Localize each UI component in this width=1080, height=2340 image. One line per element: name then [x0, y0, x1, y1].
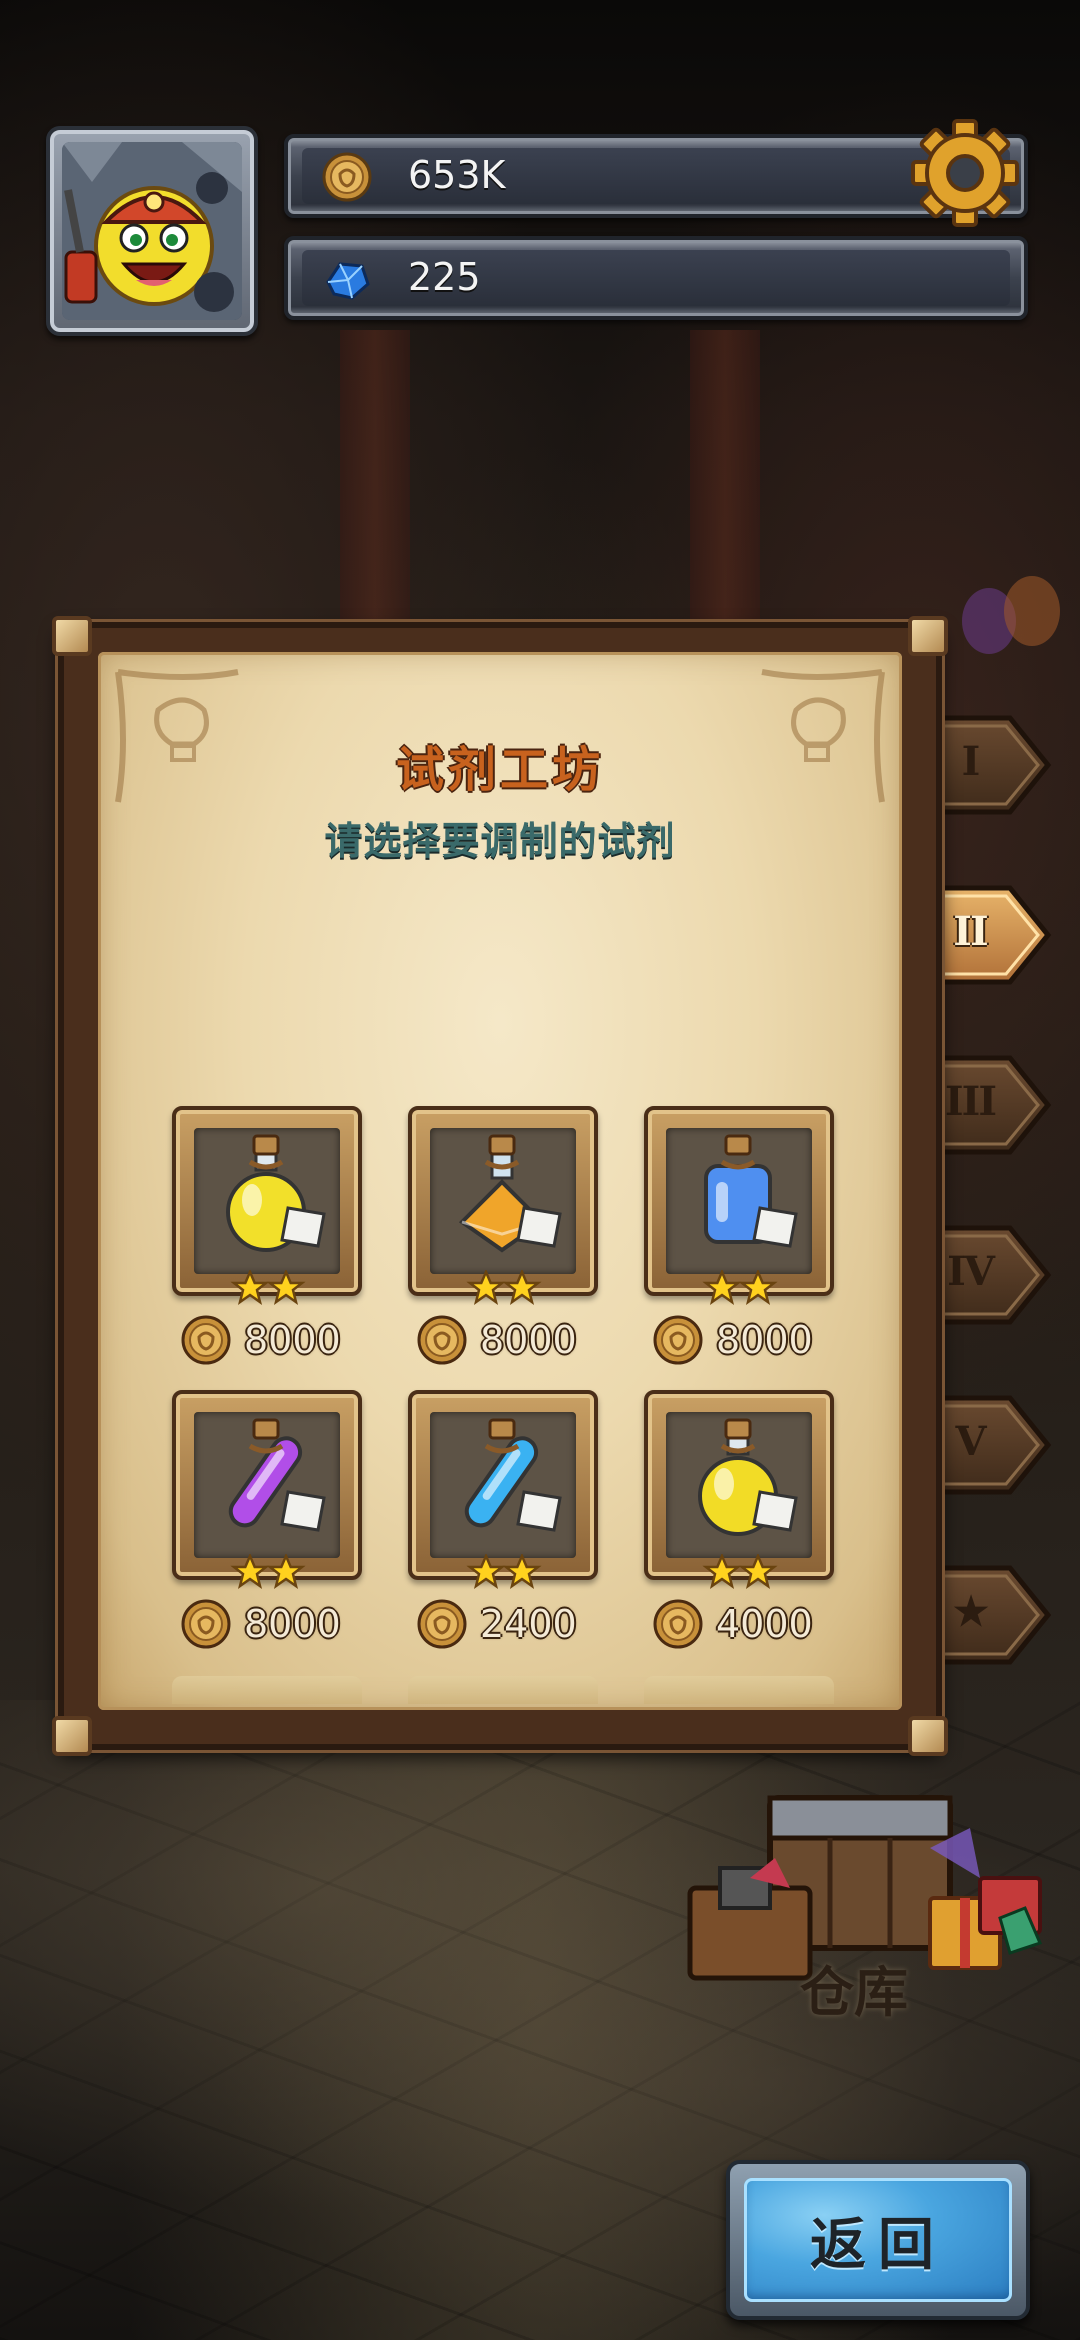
potion-price: 4000	[652, 1594, 832, 1654]
background-curtain	[340, 330, 410, 620]
potion-card-partial	[172, 1676, 362, 1704]
potion-price: 8000	[416, 1310, 596, 1370]
potion-card-frame	[172, 1390, 362, 1580]
warehouse-label[interactable]: 仓库	[800, 1948, 908, 2027]
coin-icon	[181, 1599, 231, 1649]
coin-icon	[653, 1315, 703, 1365]
gem-balance-bar: 225	[284, 236, 1028, 320]
panel-corner	[52, 616, 92, 656]
potion-card-frame	[172, 1106, 362, 1296]
coin-icon	[417, 1315, 467, 1365]
coin-icon	[653, 1599, 703, 1649]
potion-card[interactable]: 8000	[172, 1390, 362, 1649]
potion-price-value: 2400	[480, 1602, 577, 1646]
miner-smiley-avatar-icon	[62, 142, 242, 320]
potion-price: 2400	[416, 1594, 596, 1654]
panel-corner	[52, 1716, 92, 1756]
potion-card-frame	[644, 1390, 834, 1580]
back-button-label: 返回	[810, 2212, 946, 2278]
background-curtain	[690, 330, 760, 620]
potion-card-partial	[644, 1676, 834, 1704]
player-avatar[interactable]	[46, 126, 258, 336]
potion-price: 8000	[652, 1310, 832, 1370]
coin-icon	[417, 1599, 467, 1649]
potion-price-value: 8000	[244, 1318, 341, 1362]
potion-card-frame	[408, 1390, 598, 1580]
gear-icon[interactable]	[910, 118, 1020, 228]
potion-price-value: 8000	[244, 1602, 341, 1646]
potion-card[interactable]: 8000	[408, 1106, 598, 1365]
potion-card[interactable]: 2400	[408, 1390, 598, 1649]
potion-price-value: 8000	[480, 1318, 577, 1362]
blue-gem-icon	[326, 262, 370, 300]
back-button[interactable]: 返回	[726, 2160, 1030, 2320]
potion-card-frame	[644, 1106, 834, 1296]
coin-icon	[322, 152, 372, 202]
potion-card[interactable]: 8000	[172, 1106, 362, 1365]
potion-price: 8000	[180, 1594, 360, 1654]
potion-price: 8000	[180, 1310, 360, 1370]
coin-icon	[181, 1315, 231, 1365]
coin-amount: 653K	[408, 153, 506, 197]
potion-card[interactable]: 8000	[644, 1106, 834, 1365]
potion-card-partial	[408, 1676, 598, 1704]
panel-title: 试剂工坊	[395, 742, 604, 798]
potion-card[interactable]: 4000	[644, 1390, 834, 1649]
potion-price-value: 8000	[716, 1318, 813, 1362]
panel-subtitle: 请选择要调制的试剂	[324, 819, 676, 863]
panel-corner	[908, 1716, 948, 1756]
potion-price-value: 4000	[716, 1602, 813, 1646]
background-balloon	[1004, 576, 1060, 646]
gem-amount: 225	[408, 255, 481, 299]
panel-corner	[908, 616, 948, 656]
potion-card-frame	[408, 1106, 598, 1296]
